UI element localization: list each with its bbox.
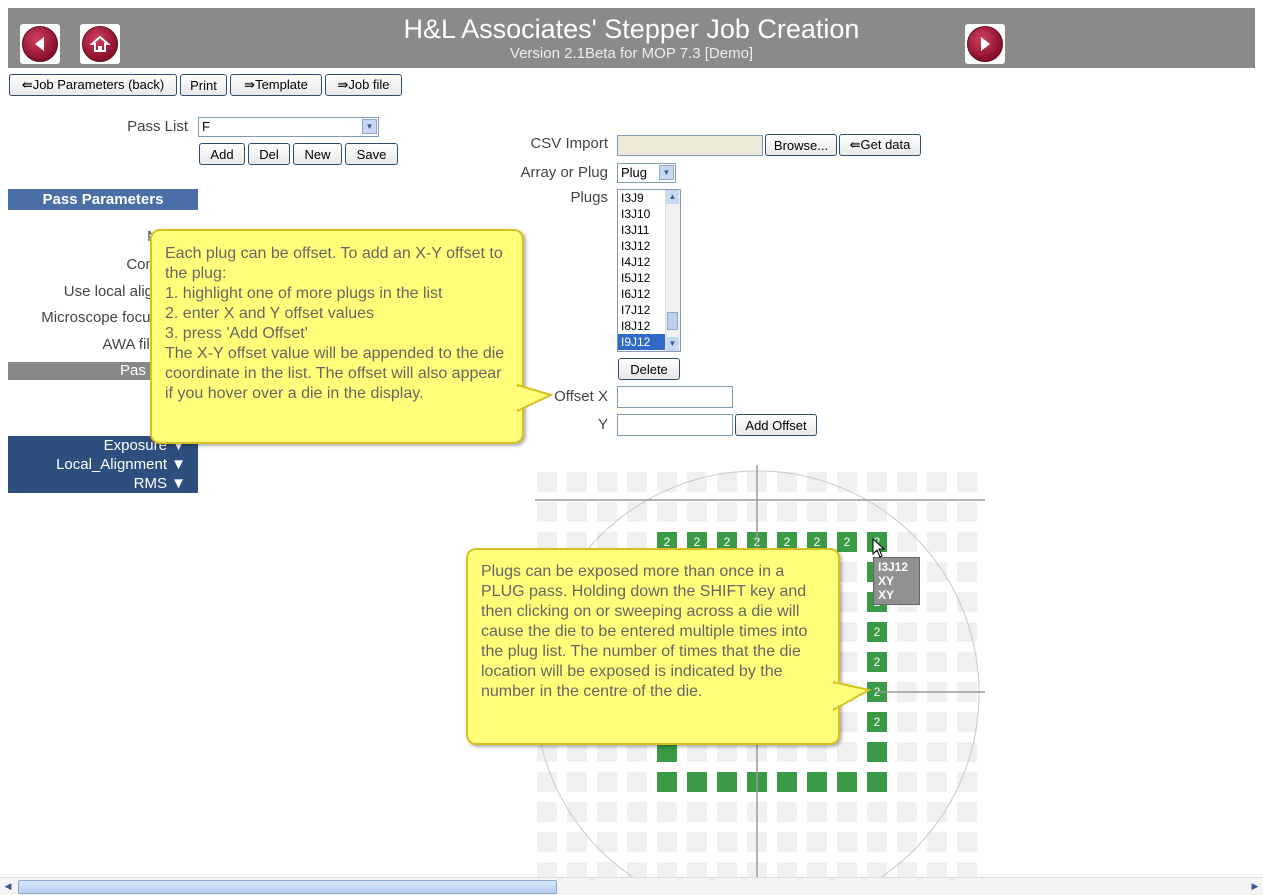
array-or-plug-selected: Plug [621,165,648,180]
options-menu: Exposure ▼ Local_Alignment ▼ RMS ▼ [8,436,198,493]
csv-import-label: CSV Import [530,135,608,152]
back-button[interactable] [20,24,60,64]
mouse-cursor-icon [872,538,886,558]
horizontal-scrollbar[interactable]: ◀ ▶ [0,877,1263,895]
menu-local-alignment[interactable]: Local_Alignment ▼ [8,455,198,474]
list-item[interactable]: I4J12 [618,254,668,270]
scroll-right-icon[interactable]: ▶ [1247,879,1263,894]
offset-y-input[interactable] [617,414,733,436]
home-icon [82,26,118,62]
add-pass-button[interactable]: Add [199,143,245,165]
offset-x-input[interactable] [617,386,733,408]
template-button[interactable]: ⇛Template [230,74,322,96]
job-file-button[interactable]: ⇛Job file [325,74,402,96]
plugs-scrollbar[interactable]: ▲ ▼ [665,190,680,351]
plugs-listbox[interactable]: I3J9 I3J10 I3J11 I3J12 I4J12 I5J12 I6J12… [617,189,681,352]
job-parameters-back-button[interactable]: ⇚Job Parameters (back) [9,74,177,96]
horizontal-scroll-thumb[interactable] [18,880,557,894]
menu-rms[interactable]: RMS ▼ [8,474,198,493]
csv-file-input[interactable] [617,135,763,156]
scroll-thumb[interactable] [667,312,678,330]
scroll-down-icon[interactable]: ▼ [666,337,679,351]
list-item[interactable]: I3J12 [618,238,668,254]
home-button[interactable] [80,24,120,64]
page-subtitle: Version 2.1Beta for MOP 7.3 [Demo] [509,45,754,62]
callout-pointer [517,383,553,413]
list-item[interactable]: I6J12 [618,286,668,302]
page-title: H&L Associates' Stepper Job Creation [403,14,860,44]
back-arrow-icon [22,26,58,62]
get-data-button[interactable]: ⇚Get data [839,134,921,156]
tooltip-line: I3J12 [878,560,909,574]
save-pass-button[interactable]: Save [345,143,398,165]
param-label-local-align: Use local aligr [63,283,158,300]
pass-parameters-header: Pass Parameters [8,189,198,210]
param-label-comment: Com [126,256,158,273]
offset-help-callout: Each plug can be offset. To add an X-Y o… [150,229,553,444]
param-label-awa-file: AWA file [102,336,158,353]
forward-button[interactable] [965,24,1005,64]
list-item[interactable]: I5J12 [618,270,668,286]
print-button[interactable]: Print [180,74,227,96]
param-label-microscope-focus: Microscope focus [41,309,158,326]
add-offset-button[interactable]: Add Offset [735,414,817,436]
plugs-help-callout: Plugs can be exposed more than once in a… [466,548,872,745]
list-item[interactable]: I3J9 [618,190,668,206]
plugs-help-text: Plugs can be exposed more than once in a… [481,563,808,700]
plugs-label: Plugs [570,189,608,206]
die-tooltip: I3J12 XY XY [873,557,920,605]
list-item-selected[interactable]: I9J12 [618,334,668,350]
browse-button[interactable]: Browse... [765,134,837,156]
list-item[interactable]: I3J10 [618,206,668,222]
chevron-down-icon: ▼ [362,119,377,134]
pass-list-label: Pass List [127,118,188,135]
pass-list-select[interactable]: F ▼ [198,117,379,137]
new-pass-button[interactable]: New [293,143,342,165]
param-label-name: N [8,228,158,245]
scroll-left-icon[interactable]: ◀ [0,879,16,894]
offset-help-text: Each plug can be offset. To add an X-Y o… [165,245,505,402]
array-or-plug-label: Array or Plug [520,164,608,181]
tooltip-line: XY [878,588,895,602]
array-or-plug-select[interactable]: Plug ▼ [617,163,676,183]
delete-pass-button[interactable]: Del [248,143,290,165]
callout-pointer [833,680,872,712]
delete-plug-button[interactable]: Delete [618,358,680,380]
list-item[interactable]: I8J12 [618,318,668,334]
scroll-up-icon[interactable]: ▲ [666,190,679,204]
forward-arrow-icon [967,26,1003,62]
pass-gray-bar-label: Pas [120,362,146,379]
offset-y-label: Y [597,416,608,433]
pass-list-selected: F [202,119,210,134]
chevron-down-icon: ▼ [659,165,674,180]
list-item[interactable]: I7J12 [618,302,668,318]
list-item[interactable]: I3J11 [618,222,668,238]
tooltip-line: XY [878,574,895,588]
